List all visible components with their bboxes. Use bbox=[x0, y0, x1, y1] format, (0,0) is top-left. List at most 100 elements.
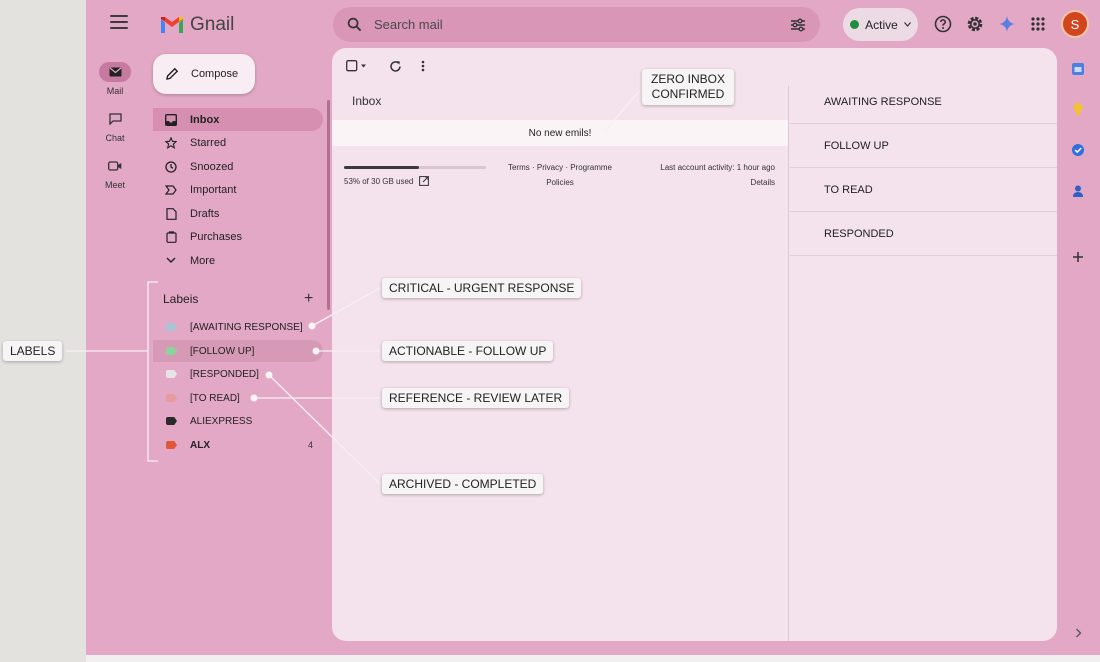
account-avatar[interactable]: S bbox=[1061, 10, 1089, 38]
star-icon bbox=[165, 136, 177, 149]
label-tag-icon bbox=[166, 417, 177, 425]
mail-icon bbox=[109, 67, 121, 77]
clock-icon bbox=[165, 160, 177, 173]
chevron-right-icon[interactable] bbox=[1069, 624, 1087, 642]
search-icon[interactable] bbox=[347, 17, 362, 32]
draft-icon bbox=[165, 207, 177, 220]
rail-meet[interactable]: Meet bbox=[86, 156, 144, 190]
nav-more[interactable]: More bbox=[153, 249, 323, 272]
label-to-read[interactable]: [TO READ] bbox=[153, 387, 323, 409]
label-name: ALIEXPRESS bbox=[190, 415, 253, 427]
add-label-icon[interactable]: + bbox=[304, 290, 313, 308]
label-tag-icon bbox=[166, 323, 177, 331]
app-logo[interactable]: Gnail bbox=[160, 14, 234, 36]
rail-chat-label: Chat bbox=[105, 133, 125, 143]
nav-snoozed[interactable]: Snoozed bbox=[153, 155, 323, 178]
nav-drafts[interactable]: Drafts bbox=[153, 202, 323, 225]
storage-bar bbox=[344, 166, 486, 169]
label-name: [RESPONDED] bbox=[190, 368, 259, 380]
panel-divider bbox=[788, 86, 789, 641]
status-label: Active bbox=[865, 17, 898, 32]
pencil-icon bbox=[166, 67, 179, 80]
purchases-icon bbox=[165, 230, 177, 243]
status-selector[interactable]: Active bbox=[843, 8, 918, 41]
important-icon bbox=[165, 184, 177, 196]
label-responded[interactable]: [RESPONDED] bbox=[153, 363, 323, 385]
nav-important[interactable]: Important bbox=[153, 178, 323, 201]
label-tag-icon bbox=[166, 370, 177, 378]
nav-inbox-label: Inbox bbox=[190, 113, 220, 126]
chevron-down-icon bbox=[165, 255, 177, 267]
callout-actionable: ACTIONABLE - FOLLOW UP bbox=[382, 341, 554, 361]
label-name: [TO READ] bbox=[190, 392, 240, 404]
video-icon bbox=[108, 161, 122, 171]
add-addon-icon[interactable] bbox=[1069, 248, 1087, 266]
side-item-follow-up[interactable]: FOLLOW UP bbox=[790, 124, 1057, 168]
search-bar[interactable] bbox=[333, 7, 820, 42]
inbox-title: Inbox bbox=[352, 94, 382, 108]
app-name: Gnail bbox=[190, 14, 235, 35]
label-tag-icon bbox=[166, 347, 177, 355]
more-vertical-icon[interactable] bbox=[421, 58, 425, 74]
side-label-list: AWAITING RESPONSE FOLLOW UP TO READ RESP… bbox=[790, 80, 1057, 256]
nav-drafts-label: Drafts bbox=[190, 207, 220, 220]
callout-zero-inbox: ZERO INBOX CONFIRMED bbox=[642, 69, 734, 105]
nav-important-label: Important bbox=[190, 183, 237, 196]
details-link[interactable]: Details bbox=[632, 175, 775, 190]
label-name: [FOLLOW UP] bbox=[190, 345, 255, 357]
storage-bar-fill bbox=[344, 166, 420, 169]
label-aliexpress[interactable]: ALIEXPRESS bbox=[153, 410, 323, 432]
nav-starred[interactable]: Starred bbox=[153, 131, 323, 154]
label-tag-icon bbox=[166, 394, 177, 402]
unread-count: 4 bbox=[307, 440, 313, 450]
filter-options-icon[interactable] bbox=[790, 18, 806, 32]
label-name: [AWAITING RESPONSE] bbox=[190, 321, 303, 333]
side-item-to-read[interactable]: TO READ bbox=[790, 168, 1057, 212]
gmail-logo-icon bbox=[161, 17, 183, 33]
side-item-awaiting-response[interactable]: AWAITING RESPONSE bbox=[790, 80, 1057, 124]
rail-chat[interactable]: Chat bbox=[86, 109, 144, 143]
label-follow-up[interactable]: [FOLLOW UP] bbox=[153, 340, 323, 362]
rail-meet-label: Meet bbox=[104, 180, 125, 190]
status-dot bbox=[850, 20, 860, 29]
storage-usage[interactable]: 53% of 30 GB used bbox=[344, 176, 430, 186]
nav-purchases[interactable]: Purchases bbox=[153, 225, 323, 248]
open-external-icon[interactable] bbox=[419, 176, 430, 186]
gmail-window: Gnail Active S Mail Chat Meet bbox=[86, 0, 1100, 655]
inbox-icon bbox=[165, 113, 177, 126]
select-all-checkbox[interactable] bbox=[346, 58, 368, 74]
calendar-icon[interactable] bbox=[1069, 60, 1087, 78]
label-alx[interactable]: ALX 4 bbox=[153, 434, 323, 456]
search-input[interactable] bbox=[374, 17, 790, 32]
chevron-down-icon bbox=[903, 22, 911, 27]
last-activity-text: Last account activity: 1 hour ago bbox=[660, 163, 775, 172]
tasks-icon[interactable] bbox=[1069, 141, 1087, 159]
label-awaiting-response[interactable]: [AWAITING RESPONSE] bbox=[153, 316, 323, 338]
callout-reference: REFERENCE - REVIEW LATER bbox=[382, 388, 570, 408]
chat-icon bbox=[108, 113, 122, 125]
keep-icon[interactable] bbox=[1069, 100, 1087, 118]
settings-gear-icon[interactable] bbox=[964, 13, 986, 35]
apps-grid-icon[interactable] bbox=[1027, 13, 1049, 35]
gemini-sparkle-icon[interactable] bbox=[996, 13, 1018, 35]
main-menu-icon[interactable] bbox=[110, 14, 128, 30]
rail-mail[interactable]: Mail bbox=[86, 62, 144, 96]
help-icon[interactable] bbox=[932, 13, 954, 35]
contacts-icon[interactable] bbox=[1069, 182, 1087, 200]
storage-usage-text: 53% of 30 GB used bbox=[344, 176, 414, 186]
bottom-strip bbox=[86, 655, 1100, 662]
callout-labels: LABELS bbox=[3, 341, 63, 361]
labels-header: Labeis bbox=[163, 292, 199, 306]
refresh-icon[interactable] bbox=[389, 58, 402, 74]
footer-links[interactable]: Terms · Privacy · Programme Policies bbox=[496, 160, 624, 190]
callout-critical: CRITICAL - URGENT RESPONSE bbox=[382, 278, 582, 298]
side-item-responded[interactable]: RESPONDED bbox=[790, 212, 1057, 256]
label-name: ALX bbox=[190, 439, 210, 451]
compose-button[interactable]: Compose bbox=[153, 54, 255, 94]
empty-inbox-message: No new emils! bbox=[332, 120, 788, 146]
nav-scrollbar[interactable] bbox=[327, 100, 330, 310]
account-activity: Last account activity: 1 hour ago Detail… bbox=[632, 160, 775, 190]
nav-inbox[interactable]: Inbox bbox=[153, 108, 323, 131]
label-tag-icon bbox=[166, 441, 177, 449]
nav-purchases-label: Purchases bbox=[190, 230, 242, 243]
